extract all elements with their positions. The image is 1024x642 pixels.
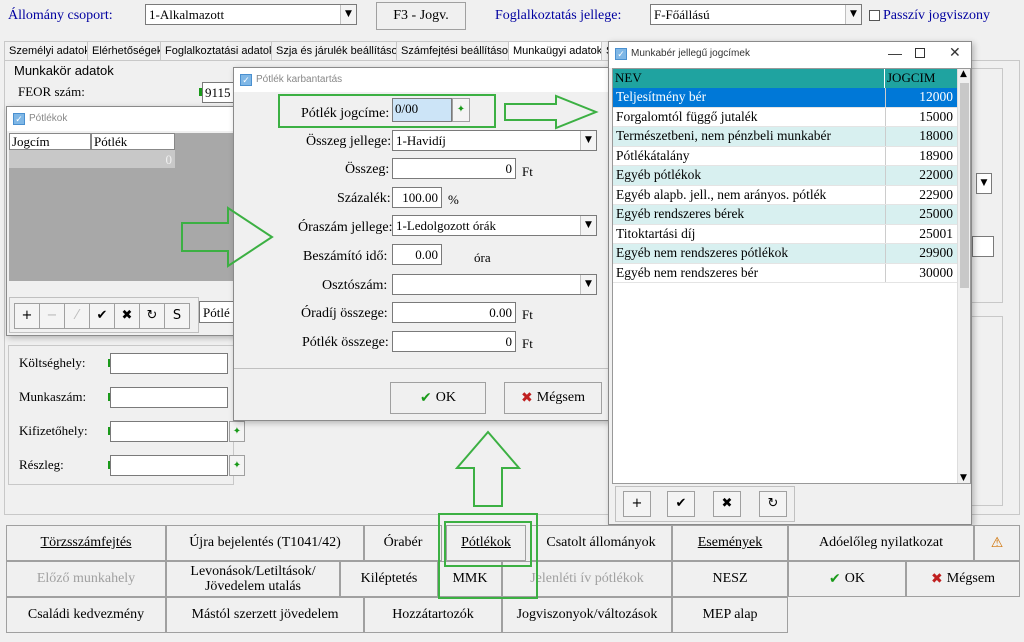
arrow-right-left (181, 206, 274, 268)
arrow-up (454, 430, 522, 507)
arrow-right-top (504, 94, 599, 130)
annotation-arrows (181, 94, 599, 507)
